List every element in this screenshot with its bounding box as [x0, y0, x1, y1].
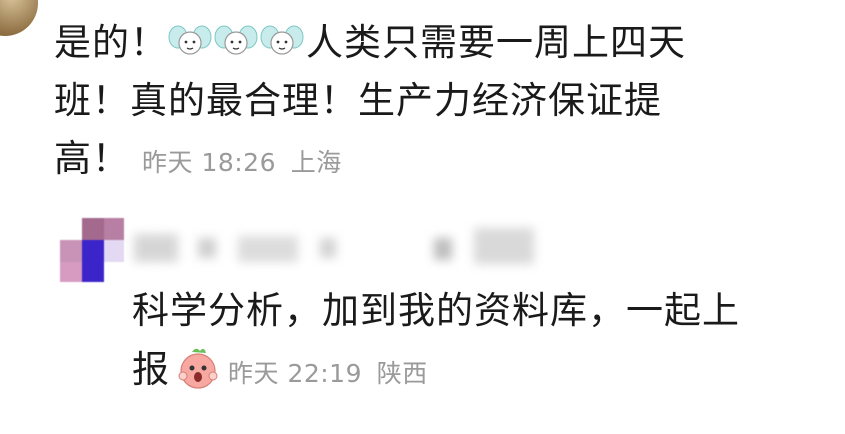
comment-bottom-time: 昨天 22:19 — [228, 359, 362, 388]
user-avatar-top[interactable] — [0, 0, 38, 36]
comment-top-text-line1: 人类只需要一周上四天 — [306, 21, 686, 64]
angel-emoji-icon — [260, 25, 304, 55]
angel-emoji-icon — [168, 25, 212, 55]
comment-bottom-text-line1: 科学分析，加到我的资料库，一起上 — [132, 289, 740, 332]
comment-bottom-location: 陕西 — [376, 359, 428, 388]
comment-top-time: 昨天 18:26 — [142, 148, 276, 177]
peach-scream-emoji-icon — [178, 348, 218, 389]
comment-top-text-line3: 高！ — [54, 137, 130, 180]
comment-top-location: 上海 — [290, 148, 342, 177]
angel-emoji-icon — [214, 25, 258, 55]
comment-bottom: 科学分析，加到我的资料库，一起上 报 昨天 22:19 陕西 — [132, 281, 822, 403]
comment-top: 是的！ 人类只需要一周上四天 班！真的最合理！生产力经济保证提 高！ 昨天 18:… — [54, 14, 794, 192]
user-avatar-bottom[interactable] — [60, 218, 124, 282]
comment-bottom-text-line2: 报 — [132, 348, 170, 391]
comment-top-text-start: 是的！ — [54, 21, 168, 64]
comment-top-text-line2: 班！真的最合理！生产力经济保证提 — [54, 79, 662, 122]
username-redacted — [134, 228, 554, 266]
